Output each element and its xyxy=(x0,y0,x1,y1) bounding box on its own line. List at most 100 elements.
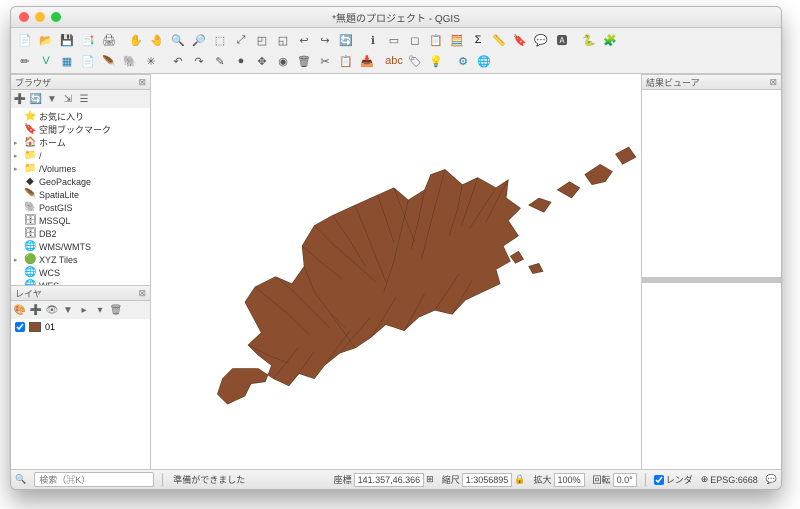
browser-item[interactable]: 🗄DB2 xyxy=(11,227,150,240)
print-icon[interactable]: 🖨 xyxy=(99,30,119,50)
pan-icon[interactable]: ✋ xyxy=(126,30,146,50)
map-tips-icon[interactable]: 💬 xyxy=(531,30,551,50)
collapse-layers-icon[interactable]: ▾ xyxy=(93,303,107,317)
deselect-icon[interactable]: ◻ xyxy=(405,30,425,50)
results-lower[interactable] xyxy=(642,283,781,470)
browser-item[interactable]: ▸📁/ xyxy=(11,149,150,162)
layer-item[interactable]: 01 xyxy=(13,321,148,333)
map-canvas[interactable] xyxy=(151,74,641,469)
rotation-value[interactable]: 0.0° xyxy=(613,473,637,487)
add-layer-icon[interactable]: ➕ xyxy=(13,92,27,106)
filter-icon[interactable]: ▼ xyxy=(45,92,59,106)
scale-value[interactable]: 1:3056895 xyxy=(462,473,513,487)
digitize-icon[interactable]: ✎ xyxy=(210,51,230,71)
statistics-icon[interactable]: Σ xyxy=(468,30,488,50)
select-icon[interactable]: ▭ xyxy=(384,30,404,50)
add-delimited-icon[interactable]: 📄 xyxy=(78,51,98,71)
zoom-last-icon[interactable]: ↩ xyxy=(294,30,314,50)
browser-panel-header[interactable]: ブラウザ ⊠ xyxy=(11,74,150,90)
undo-icon[interactable]: ↶ xyxy=(168,51,188,71)
save-icon[interactable]: 💾 xyxy=(57,30,77,50)
zoom-full-icon[interactable]: ⤢ xyxy=(231,30,251,50)
redo-icon[interactable]: ↷ xyxy=(189,51,209,71)
browser-tree[interactable]: ⭐お気に入り🔖空間ブックマーク▸🏠ホーム▸📁/▸📁/Volumes◆GeoPac… xyxy=(11,108,150,285)
paste-icon[interactable]: 📥 xyxy=(357,51,377,71)
layers-panel-header[interactable]: レイヤ ⊠ xyxy=(11,285,150,301)
browser-item[interactable]: 🌐WCS xyxy=(11,266,150,279)
tips-icon[interactable]: 💡 xyxy=(426,51,446,71)
web-icon[interactable]: 🌐 xyxy=(474,51,494,71)
refresh-icon[interactable]: 🔄 xyxy=(29,92,43,106)
close-icon[interactable]: ⊠ xyxy=(138,77,146,88)
messages-icon[interactable]: 💬 xyxy=(766,474,777,485)
text-annotation-icon[interactable]: 🅰 xyxy=(552,30,572,50)
expand-icon[interactable]: ▸ xyxy=(77,303,91,317)
refresh-icon[interactable]: 🔄 xyxy=(336,30,356,50)
node-tool-icon[interactable]: ◉ xyxy=(273,51,293,71)
python-icon[interactable]: 🐍 xyxy=(579,30,599,50)
browser-item[interactable]: ◆GeoPackage xyxy=(11,175,150,188)
expand-toggle[interactable]: ▸ xyxy=(14,152,21,160)
measure-icon[interactable]: 📏 xyxy=(489,30,509,50)
delete-icon[interactable]: 🗑 xyxy=(294,51,314,71)
identify-icon[interactable]: ℹ xyxy=(363,30,383,50)
magnifier-value[interactable]: 100% xyxy=(554,473,585,487)
add-vector-icon[interactable]: V xyxy=(36,51,56,71)
label-settings-icon[interactable]: 🏷 xyxy=(405,51,425,71)
add-postgis-icon[interactable]: 🐘 xyxy=(120,51,140,71)
expand-toggle[interactable]: ▸ xyxy=(14,165,21,173)
lock-icon[interactable]: 🔒 xyxy=(514,474,525,485)
save-as-icon[interactable]: 📑 xyxy=(78,30,98,50)
browser-item[interactable]: ⭐お気に入り xyxy=(11,110,150,123)
crs-icon[interactable]: ⊕ xyxy=(701,474,709,485)
label-icon[interactable]: abc xyxy=(384,51,404,71)
results-body[interactable] xyxy=(642,90,781,277)
processing-icon[interactable]: ⚙ xyxy=(453,51,473,71)
locator-search-input[interactable] xyxy=(34,472,154,487)
edit-icon[interactable]: ✏ xyxy=(15,51,35,71)
add-group-icon[interactable]: ➕ xyxy=(29,303,43,317)
bookmark-new-icon[interactable]: 🔖 xyxy=(510,30,530,50)
open-icon[interactable]: 📂 xyxy=(36,30,56,50)
add-feature-icon[interactable]: ● xyxy=(231,51,251,71)
plugin-icon[interactable]: 🧩 xyxy=(600,30,620,50)
browser-item[interactable]: 🗄MSSQL xyxy=(11,214,150,227)
browser-item[interactable]: ▸🏠ホーム xyxy=(11,136,150,149)
render-checkbox[interactable] xyxy=(654,475,664,485)
cut-icon[interactable]: ✂ xyxy=(315,51,335,71)
remove-icon[interactable]: 🗑 xyxy=(109,303,123,317)
style-icon[interactable]: 🎨 xyxy=(13,303,27,317)
layer-list[interactable]: 01 xyxy=(11,319,150,469)
field-calc-icon[interactable]: 🧮 xyxy=(447,30,467,50)
browser-item[interactable]: ▸📁/Volumes xyxy=(11,162,150,175)
browser-item[interactable]: 🔖空間ブックマーク xyxy=(11,123,150,136)
zoom-out-icon[interactable]: 🔎 xyxy=(189,30,209,50)
coord-value[interactable]: 141.357,46.366 xyxy=(354,473,425,487)
add-spatialite-icon[interactable]: 🪶 xyxy=(99,51,119,71)
pan-selection-icon[interactable]: 🤚 xyxy=(147,30,167,50)
new-layer-icon[interactable]: ✳ xyxy=(141,51,161,71)
attributes-icon[interactable]: 📋 xyxy=(426,30,446,50)
zoom-layer-icon[interactable]: ◱ xyxy=(273,30,293,50)
browser-item[interactable]: 🐘PostGIS xyxy=(11,201,150,214)
zoom-native-icon[interactable]: ⬚ xyxy=(210,30,230,50)
move-feature-icon[interactable]: ✥ xyxy=(252,51,272,71)
zoom-in-icon[interactable]: 🔍 xyxy=(168,30,188,50)
add-raster-icon[interactable]: ▦ xyxy=(57,51,77,71)
zoom-selection-icon[interactable]: ◰ xyxy=(252,30,272,50)
crs-value[interactable]: EPSG:6668 xyxy=(710,475,758,485)
filter-layers-icon[interactable]: ▼ xyxy=(61,303,75,317)
collapse-icon[interactable]: ⇲ xyxy=(61,92,75,106)
browser-item[interactable]: ▸🟢XYZ Tiles xyxy=(11,253,150,266)
visibility-icon[interactable]: 👁 xyxy=(45,303,59,317)
new-project-icon[interactable]: 📄 xyxy=(15,30,35,50)
extents-icon[interactable]: ⊞ xyxy=(426,474,434,485)
zoom-next-icon[interactable]: ↪ xyxy=(315,30,335,50)
copy-icon[interactable]: 📋 xyxy=(336,51,356,71)
properties-icon[interactable]: ☰ xyxy=(77,92,91,106)
close-icon[interactable]: ⊠ xyxy=(769,77,777,88)
browser-item[interactable]: 🌐WMS/WMTS xyxy=(11,240,150,253)
expand-toggle[interactable]: ▸ xyxy=(14,139,21,147)
layer-visibility-checkbox[interactable] xyxy=(15,322,25,332)
expand-toggle[interactable]: ▸ xyxy=(14,256,21,264)
